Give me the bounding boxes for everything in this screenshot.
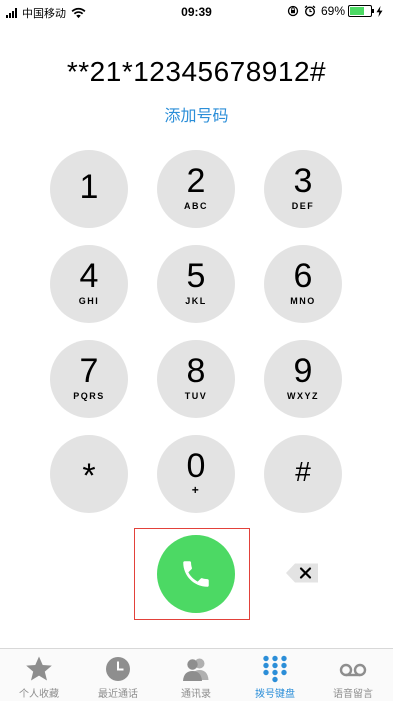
tab-label: 通讯录 xyxy=(181,689,211,700)
tab-favorites[interactable]: 个人收藏 xyxy=(0,649,78,701)
key-2[interactable]: 2 ABC xyxy=(157,150,235,228)
key-5[interactable]: 5 JKL xyxy=(157,245,235,323)
battery-percent: 69% xyxy=(320,4,345,18)
key-letters: DEF xyxy=(291,201,315,211)
backspace-icon xyxy=(286,563,318,583)
key-digit: 1 xyxy=(79,168,99,206)
orientation-lock-icon xyxy=(287,5,299,17)
charging-icon xyxy=(376,5,383,17)
key-8[interactable]: 8 TUV xyxy=(157,340,235,418)
add-number-link[interactable]: 添加号码 xyxy=(0,102,393,126)
phone-icon xyxy=(183,561,209,587)
key-letters: JKL xyxy=(185,296,207,306)
call-button[interactable] xyxy=(157,535,235,613)
tab-label: 语音留言 xyxy=(333,689,373,700)
key-digit: # xyxy=(295,456,311,487)
key-digit: 7 xyxy=(79,352,99,390)
key-4[interactable]: 4 GHI xyxy=(50,245,128,323)
status-bar: 中国移动 09:39 69% xyxy=(0,0,393,24)
key-letters: TUV xyxy=(184,391,208,401)
key-6[interactable]: 6 MNO xyxy=(264,245,342,323)
delete-button[interactable] xyxy=(284,561,320,585)
key-digit: 9 xyxy=(293,352,313,390)
key-star[interactable]: * xyxy=(50,435,128,513)
tab-label: 个人收藏 xyxy=(19,689,59,700)
tab-label: 最近通话 xyxy=(98,689,138,700)
alarm-icon xyxy=(304,5,316,17)
tab-contacts[interactable]: 通讯录 xyxy=(157,649,235,701)
key-7[interactable]: 7 PQRS xyxy=(50,340,128,418)
status-right: 69% xyxy=(287,4,383,18)
key-digit: 3 xyxy=(293,162,313,200)
tab-label: 拨号键盘 xyxy=(255,689,295,700)
key-1[interactable]: 1 xyxy=(50,150,128,228)
key-3[interactable]: 3 DEF xyxy=(264,150,342,228)
key-letters: PQRS xyxy=(73,391,105,401)
key-digit: 2 xyxy=(186,162,206,200)
key-9[interactable]: 9 WXYZ xyxy=(264,340,342,418)
keypad-icon xyxy=(263,655,287,683)
key-digit: 6 xyxy=(293,257,313,295)
key-letters: MNO xyxy=(290,296,316,306)
dialed-number: **21*12345678912# xyxy=(66,56,327,87)
key-letters: WXYZ xyxy=(287,391,319,401)
key-digit: 8 xyxy=(186,352,206,390)
key-digit: 5 xyxy=(186,257,206,295)
key-digit: 0 xyxy=(186,447,206,485)
clock-icon xyxy=(106,657,130,681)
key-hash[interactable]: # xyxy=(264,435,342,513)
star-icon xyxy=(26,656,52,681)
tab-keypad[interactable]: 拨号键盘 xyxy=(236,649,314,701)
tab-voicemail[interactable]: 语音留言 xyxy=(314,649,392,701)
battery-fill xyxy=(350,7,364,15)
key-letters: + xyxy=(191,483,201,497)
battery-icon xyxy=(348,5,374,17)
key-digit: 4 xyxy=(79,257,99,295)
key-digit: * xyxy=(82,457,96,495)
tab-bar: 个人收藏 最近通话 通讯录 拨号键盘 语音留言 xyxy=(0,648,393,701)
key-0[interactable]: 0 + xyxy=(157,435,235,513)
key-letters: GHI xyxy=(78,296,100,306)
key-letters: ABC xyxy=(184,201,208,211)
contacts-icon xyxy=(183,658,209,681)
voicemail-icon xyxy=(339,663,367,677)
tab-recents[interactable]: 最近通话 xyxy=(79,649,157,701)
